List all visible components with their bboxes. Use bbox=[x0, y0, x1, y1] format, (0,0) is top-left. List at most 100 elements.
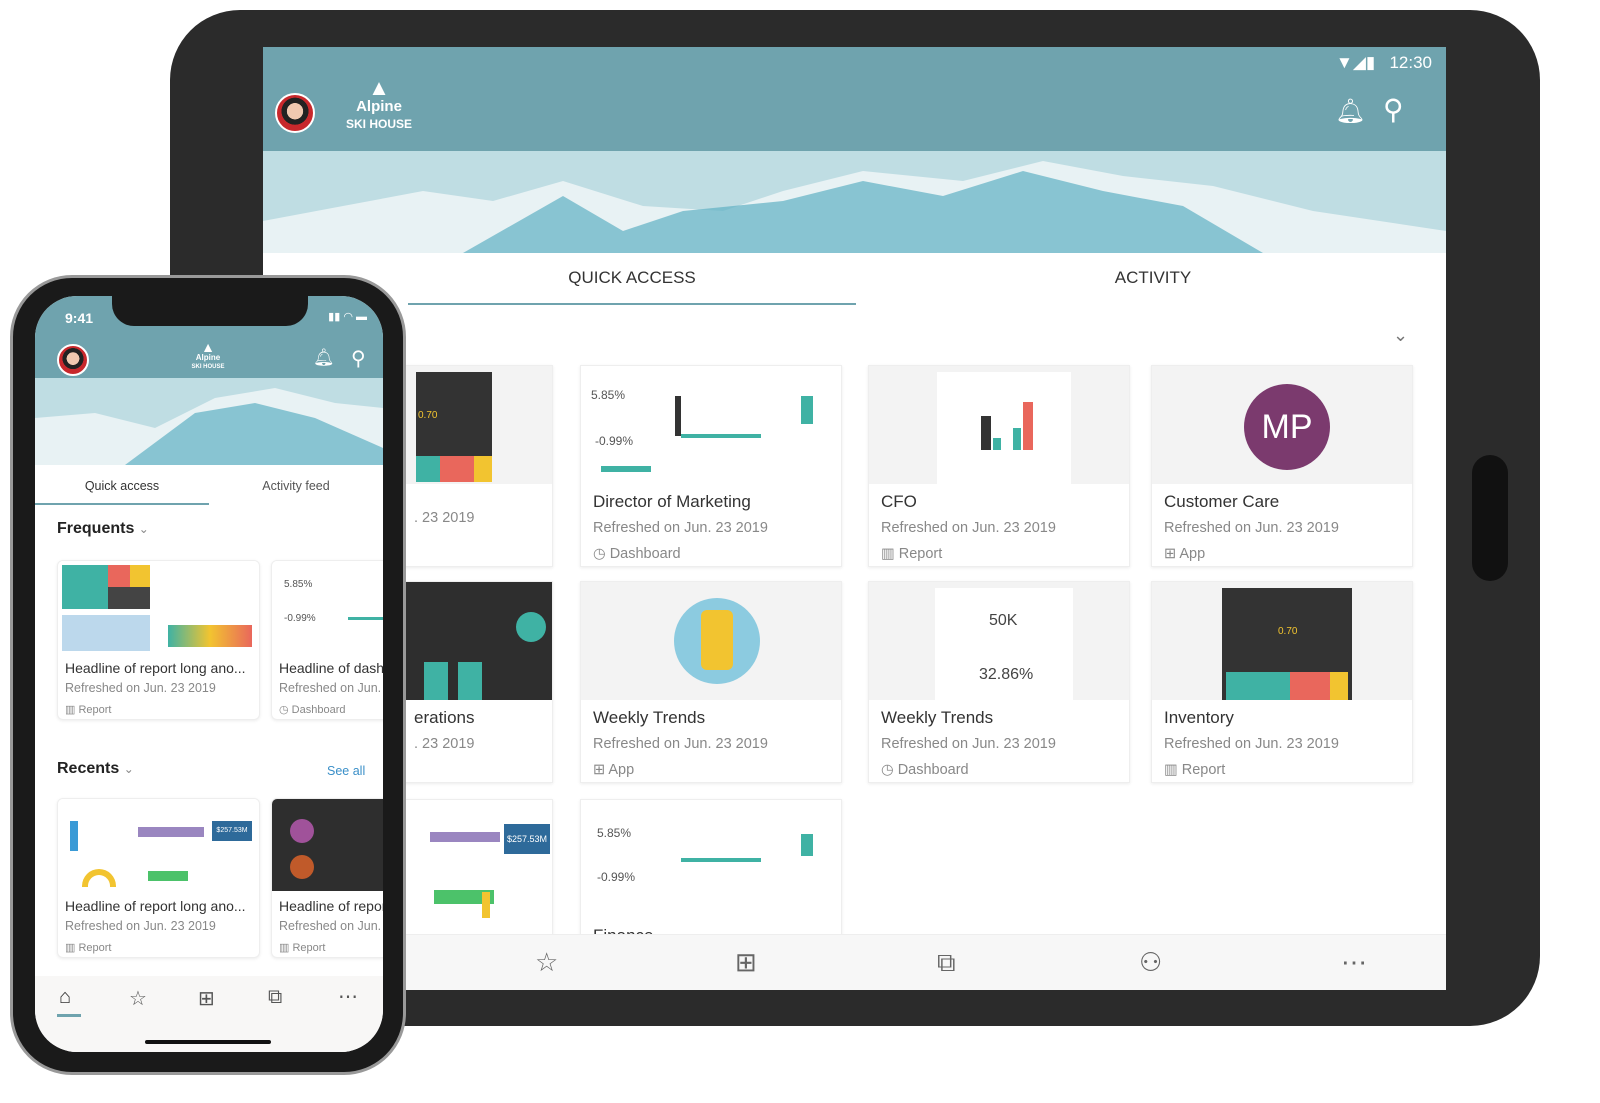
workspaces-icon[interactable]: ⧉ bbox=[268, 986, 282, 1009]
recent-card-report-2[interactable]: Headline of report Refreshed on Jun. 23 … bbox=[271, 798, 383, 958]
kpi-value: 5.85% bbox=[284, 579, 313, 590]
people-icon[interactable]: ⚇ bbox=[1139, 947, 1162, 978]
avatar[interactable] bbox=[57, 344, 89, 376]
card-cfo[interactable]: CFO Refreshed on Jun. 23 2019 ▥ Report bbox=[868, 365, 1130, 567]
kpi-value: -0.99% bbox=[595, 434, 634, 448]
card-inventory[interactable]: 0.70 Inventory Refreshed on Jun. 23 2019… bbox=[1151, 581, 1413, 783]
card-type-label: Report bbox=[898, 546, 943, 562]
tab-activity-feed[interactable]: Activity feed bbox=[209, 471, 383, 505]
kpi-value: $257.53M bbox=[504, 824, 550, 854]
card-subtitle: Refreshed on Jun. 23 2019 bbox=[65, 919, 216, 933]
tablet-side-button bbox=[1472, 455, 1508, 581]
frequents-heading[interactable]: Frequents ⌄ bbox=[57, 520, 149, 538]
tab-quick-access[interactable]: QUICK ACCESS bbox=[408, 253, 856, 305]
phone-notch bbox=[112, 296, 308, 326]
card-type: ▥ Report bbox=[1164, 762, 1400, 778]
card-customer-care[interactable]: MP Customer Care Refreshed on Jun. 23 20… bbox=[1151, 365, 1413, 567]
phone-bottom-nav: ⌂ ☆ ⊞ ⧉ ⋯ bbox=[35, 976, 383, 1052]
card-type-label: Report bbox=[78, 942, 112, 954]
card-subtitle: Refreshed on Jun. 23 2019 bbox=[279, 919, 383, 933]
card-director-of-marketing[interactable]: 5.85% -0.99% Director of Marketing Refres… bbox=[580, 365, 842, 567]
card-subtitle: Refreshed on Jun. 23 2019 bbox=[1164, 520, 1339, 536]
report-icon: ▥ bbox=[65, 704, 76, 716]
card-weekly-trends-dashboard[interactable]: 50K 32.86% Weekly Trends Refreshed on Jun… bbox=[868, 581, 1130, 783]
card-type-label: App bbox=[608, 762, 635, 778]
card-title: Inventory bbox=[1164, 708, 1234, 727]
card-title: Headline of dashboard bbox=[279, 660, 383, 676]
app-avatar: MP bbox=[1244, 384, 1330, 470]
card-type-label: Dashboard bbox=[897, 762, 969, 778]
logo-line1: Alpine bbox=[356, 98, 402, 115]
avatar[interactable] bbox=[275, 93, 315, 133]
card-type-label: Report bbox=[292, 942, 326, 954]
mountain-banner bbox=[263, 151, 1446, 253]
card-type-label: Dashboard bbox=[609, 546, 681, 562]
kpi-value: 0.70 bbox=[1278, 626, 1298, 637]
frequent-card-report[interactable]: Headline of report long ano... Refreshed… bbox=[57, 560, 260, 720]
more-icon[interactable]: ⋯ bbox=[1341, 947, 1367, 978]
notification-bell-icon[interactable]: 🔔︎ bbox=[1335, 97, 1365, 126]
report-icon: ▥ bbox=[65, 942, 76, 954]
card-type: ◷ Dashboard bbox=[593, 546, 829, 562]
card-title: Headline of report bbox=[279, 898, 383, 914]
card-type: ▥ Report bbox=[279, 941, 383, 954]
card-weekly-trends-app[interactable]: Weekly Trends Refreshed on Jun. 23 2019 … bbox=[580, 581, 842, 783]
mountain-logo-icon: ▲ bbox=[201, 339, 215, 355]
card-type: ◷ Dashboard bbox=[881, 762, 1117, 778]
logo-line2: SKI HOUSE bbox=[191, 364, 225, 370]
card-subtitle: Refreshed on Jun. 23 2019 bbox=[881, 520, 1056, 536]
card-subtitle: Refreshed on Jun. 23 2019 bbox=[65, 681, 216, 695]
home-indicator bbox=[145, 1040, 271, 1044]
more-icon[interactable]: ⋯ bbox=[338, 984, 358, 1009]
kpi-value: $257.53M bbox=[212, 821, 252, 841]
apps-icon[interactable]: ⊞ bbox=[198, 986, 215, 1011]
search-icon[interactable]: ⚲ bbox=[1383, 93, 1404, 126]
star-icon[interactable]: ☆ bbox=[129, 986, 147, 1011]
notification-bell-icon[interactable]: 🔔︎ bbox=[313, 348, 335, 368]
card-type: ▥ Report bbox=[65, 941, 252, 954]
star-icon[interactable]: ☆ bbox=[535, 947, 558, 978]
card-subtitle: Refreshed on Jun. 23 2019 bbox=[593, 520, 768, 536]
report-icon: ▥ bbox=[881, 546, 895, 562]
recents-heading[interactable]: Recents ⌄ bbox=[57, 760, 134, 778]
card-title: Headline of report long ano... bbox=[65, 898, 246, 914]
card-type-label: App bbox=[1179, 546, 1206, 562]
dashboard-icon: ◷ bbox=[593, 546, 606, 562]
alpine-logo: ▲ Alpine SKI HOUSE bbox=[339, 77, 419, 131]
tab-activity[interactable]: ACTIVITY bbox=[933, 253, 1373, 305]
chevron-down-icon[interactable]: ⌄ bbox=[124, 762, 134, 776]
dashboard-icon: ◷ bbox=[279, 704, 289, 716]
status-icons: ▮▮ ◠ ▬ bbox=[328, 311, 367, 323]
card-type-label: Report bbox=[78, 704, 112, 716]
card-subtitle: Refreshed on Jun. 23 2019 bbox=[1164, 736, 1339, 752]
app-icon: ⊞ bbox=[1164, 546, 1177, 562]
card-type: ◷ Dashboard bbox=[279, 703, 383, 716]
logo-line1: Alpine bbox=[195, 353, 221, 362]
tablet-tabs: QUICK ACCESS ACTIVITY bbox=[263, 253, 1446, 305]
tab-quick-access[interactable]: Quick access bbox=[35, 471, 209, 505]
tablet-header: ▼◢▮ 12:30 ▲ Alpine SKI HOUSE 🔔︎ ⚲ bbox=[263, 47, 1446, 151]
home-icon[interactable]: ⌂ bbox=[59, 986, 71, 1009]
kpi-value: 5.85% bbox=[597, 826, 632, 840]
kpi-value: 5.85% bbox=[591, 388, 626, 402]
search-icon[interactable]: ⚲ bbox=[351, 346, 366, 371]
card-finance[interactable]: 5.85%-0.99% Finance bbox=[580, 799, 842, 949]
chevron-down-icon[interactable]: ⌄ bbox=[139, 522, 149, 536]
kpi-value: 32.86% bbox=[979, 666, 1034, 683]
card-subtitle: Refreshed on Jun. 23 2019 bbox=[279, 681, 383, 695]
card-type-label: Report bbox=[1181, 762, 1226, 778]
recent-card-report-1[interactable]: $257.53M Headline of report long ano... … bbox=[57, 798, 260, 958]
see-all-link[interactable]: See all bbox=[327, 764, 365, 778]
tablet-bottom-nav: ☆ ⊞ ⧉ ⚇ ⋯ bbox=[263, 934, 1446, 990]
card-title: Weekly Trends bbox=[881, 708, 994, 727]
chevron-down-icon[interactable]: ⌄ bbox=[1393, 325, 1408, 346]
kpi-value: 50K bbox=[989, 612, 1018, 629]
frequent-card-dashboard[interactable]: 5.85% -0.99% Headline of dashboard Refres… bbox=[271, 560, 383, 720]
card-title: Customer Care bbox=[1164, 492, 1280, 511]
apps-icon[interactable]: ⊞ bbox=[735, 947, 757, 978]
workspaces-icon[interactable]: ⧉ bbox=[937, 947, 956, 979]
kpi-value: -0.99% bbox=[597, 870, 636, 884]
alpine-logo: ▲ Alpine SKI HOUSE bbox=[181, 340, 235, 370]
dashboard-icon: ◷ bbox=[881, 762, 894, 778]
card-title: Headline of report long ano... bbox=[65, 660, 246, 676]
